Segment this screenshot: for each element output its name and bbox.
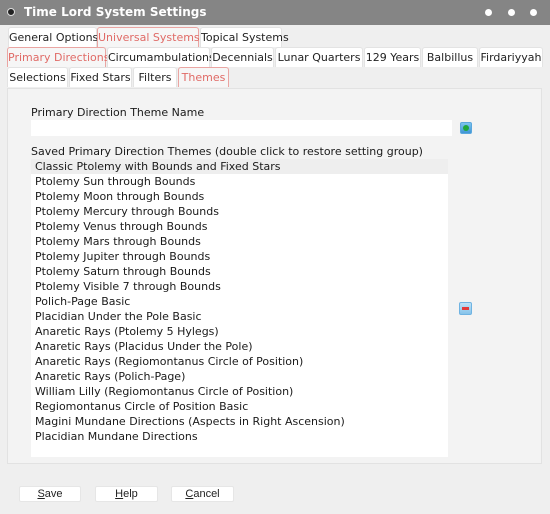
tab-label: Filters (138, 71, 172, 84)
tab-129-years[interactable]: 129 Years (364, 47, 421, 67)
tab-lunar-quarters[interactable]: Lunar Quarters (275, 47, 363, 67)
tab-universal-systems[interactable]: Universal Systems (97, 27, 200, 47)
theme-list-item[interactable]: Polich-Page Basic (31, 294, 448, 309)
window-control-dot-icon[interactable] (530, 9, 537, 16)
theme-list-item[interactable]: Ptolemy Jupiter through Bounds (31, 249, 448, 264)
theme-list-item[interactable]: Regiomontanus Circle of Position Basic (31, 399, 448, 414)
tab-circumambulations[interactable]: Circumambulations (107, 47, 215, 67)
cancel-label: ancel (193, 488, 220, 500)
remove-icon[interactable] (459, 302, 472, 315)
theme-list-item[interactable]: Anaretic Rays (Polich-Page) (31, 369, 448, 384)
tab-label: Universal Systems (98, 31, 200, 44)
tab-selections[interactable]: Selections (7, 67, 68, 87)
cancel-button[interactable]: Cancel (171, 486, 234, 502)
tab-label: 129 Years (365, 51, 420, 64)
help-button[interactable]: Help (95, 486, 158, 502)
theme-list-item[interactable]: Magini Mundane Directions (Aspects in Ri… (31, 414, 448, 429)
tab-label: Balbillus (426, 51, 474, 64)
theme-list-item[interactable]: Ptolemy Sun through Bounds (31, 174, 448, 189)
theme-list-item[interactable]: Ptolemy Saturn through Bounds (31, 264, 448, 279)
theme-list-item[interactable]: Ptolemy Venus through Bounds (31, 219, 448, 234)
window-control-dot-icon[interactable] (508, 9, 515, 16)
theme-list-item[interactable]: Classic Ptolemy with Bounds and Fixed St… (31, 159, 448, 174)
help-label: elp (123, 488, 138, 500)
theme-name-input[interactable] (31, 120, 452, 136)
tab-primary-directions[interactable]: Primary Directions (7, 47, 110, 67)
tab-label: Selections (9, 71, 66, 84)
tab-firdariyyah[interactable]: Firdariyyah (479, 47, 543, 67)
save-button[interactable]: Save (19, 486, 81, 502)
save-label: ave (44, 488, 63, 500)
theme-list-item[interactable]: Anaretic Rays (Ptolemy 5 Hylegs) (31, 324, 448, 339)
saved-themes-label: Saved Primary Direction Themes (double c… (31, 145, 423, 158)
add-icon[interactable] (460, 122, 472, 134)
theme-name-label: Primary Direction Theme Name (31, 106, 205, 119)
theme-list-item[interactable]: Ptolemy Mars through Bounds (31, 234, 448, 249)
theme-list-item[interactable]: Anaretic Rays (Placidus Under the Pole) (31, 339, 448, 354)
theme-list-item[interactable]: Ptolemy Moon through Bounds (31, 189, 448, 204)
theme-list-item[interactable]: Placidian Under the Pole Basic (31, 309, 448, 324)
tab-balbillus[interactable]: Balbillus (422, 47, 478, 67)
tab-label: Firdariyyah (480, 51, 542, 64)
app-icon[interactable] (7, 8, 15, 16)
tab-decennials[interactable]: Decennials (211, 47, 274, 67)
theme-list-item[interactable]: Anaretic Rays (Regiomontanus Circle of P… (31, 354, 448, 369)
tab-general-options[interactable]: General Options (8, 27, 99, 47)
tab-label: Primary Directions (8, 51, 110, 64)
window-title: Time Lord System Settings (24, 5, 207, 19)
tab-label: Decennials (212, 51, 273, 64)
tab-label: Lunar Quarters (277, 51, 361, 64)
tab-fixed-stars[interactable]: Fixed Stars (69, 67, 132, 87)
tab-filters[interactable]: Filters (133, 67, 177, 87)
saved-themes-list[interactable]: Classic Ptolemy with Bounds and Fixed St… (31, 159, 448, 457)
tab-themes[interactable]: Themes (178, 67, 229, 87)
theme-list-item[interactable]: Placidian Mundane Directions (31, 429, 448, 444)
help-mnemonic: H (115, 488, 124, 500)
window-control-dot-icon[interactable] (485, 9, 492, 16)
tab-topical-systems[interactable]: Topical Systems (200, 27, 289, 47)
title-bar: Time Lord System Settings (0, 0, 550, 25)
tab-label: Themes (181, 71, 226, 84)
theme-list-item[interactable]: Ptolemy Visible 7 through Bounds (31, 279, 448, 294)
theme-list-item[interactable]: Ptolemy Mercury through Bounds (31, 204, 448, 219)
tab-label: Topical Systems (201, 31, 289, 44)
tab-label: Fixed Stars (70, 71, 131, 84)
tab-label: General Options (9, 31, 99, 44)
theme-list-item[interactable]: William Lilly (Regiomontanus Circle of P… (31, 384, 448, 399)
tab-label: Circumambulations (108, 51, 215, 64)
save-mnemonic: S (37, 488, 45, 500)
